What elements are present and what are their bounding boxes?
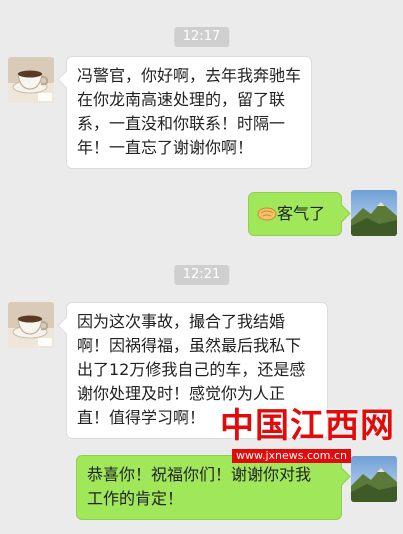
my-avatar[interactable] bbox=[351, 190, 397, 236]
contact-avatar[interactable] bbox=[8, 57, 54, 103]
teacup-icon bbox=[8, 57, 54, 103]
timestamp: 12:21 bbox=[173, 265, 230, 285]
teacup-icon bbox=[8, 302, 54, 348]
message-text: 客气了 bbox=[277, 204, 326, 223]
message-text: 恭喜你！祝福你们！谢谢你对我 工作的肯定！ bbox=[87, 465, 312, 508]
handshake-emoji-icon bbox=[257, 207, 277, 221]
mountain-landscape-icon bbox=[351, 190, 397, 236]
incoming-message-bubble[interactable]: 冯警官，你好啊，去年我奔驰车 在你龙南高速处理的，留了联 系，一直没和你联系！时… bbox=[66, 56, 312, 169]
news-watermark: 中国江西网 www.jxnews.com.cn bbox=[220, 408, 400, 463]
message-text: 冯警官，你好啊，去年我奔驰车 在你龙南高速处理的，留了联 系，一直没和你联系！时… bbox=[77, 66, 302, 157]
contact-avatar[interactable] bbox=[8, 302, 54, 348]
outgoing-message-bubble[interactable]: 恭喜你！祝福你们！谢谢你对我 工作的肯定！ bbox=[76, 455, 342, 520]
watermark-logo: 中国江西网 bbox=[220, 406, 395, 446]
watermark-url: www.jxnews.com.cn bbox=[232, 449, 352, 463]
chat-conversation: 12:17 冯警官，你好啊，去年我奔驰车 在你龙南高速处理的，留了联 系，一直没… bbox=[0, 0, 403, 534]
outgoing-message-bubble[interactable]: 客气了 bbox=[248, 192, 342, 236]
timestamp: 12:17 bbox=[173, 27, 230, 47]
